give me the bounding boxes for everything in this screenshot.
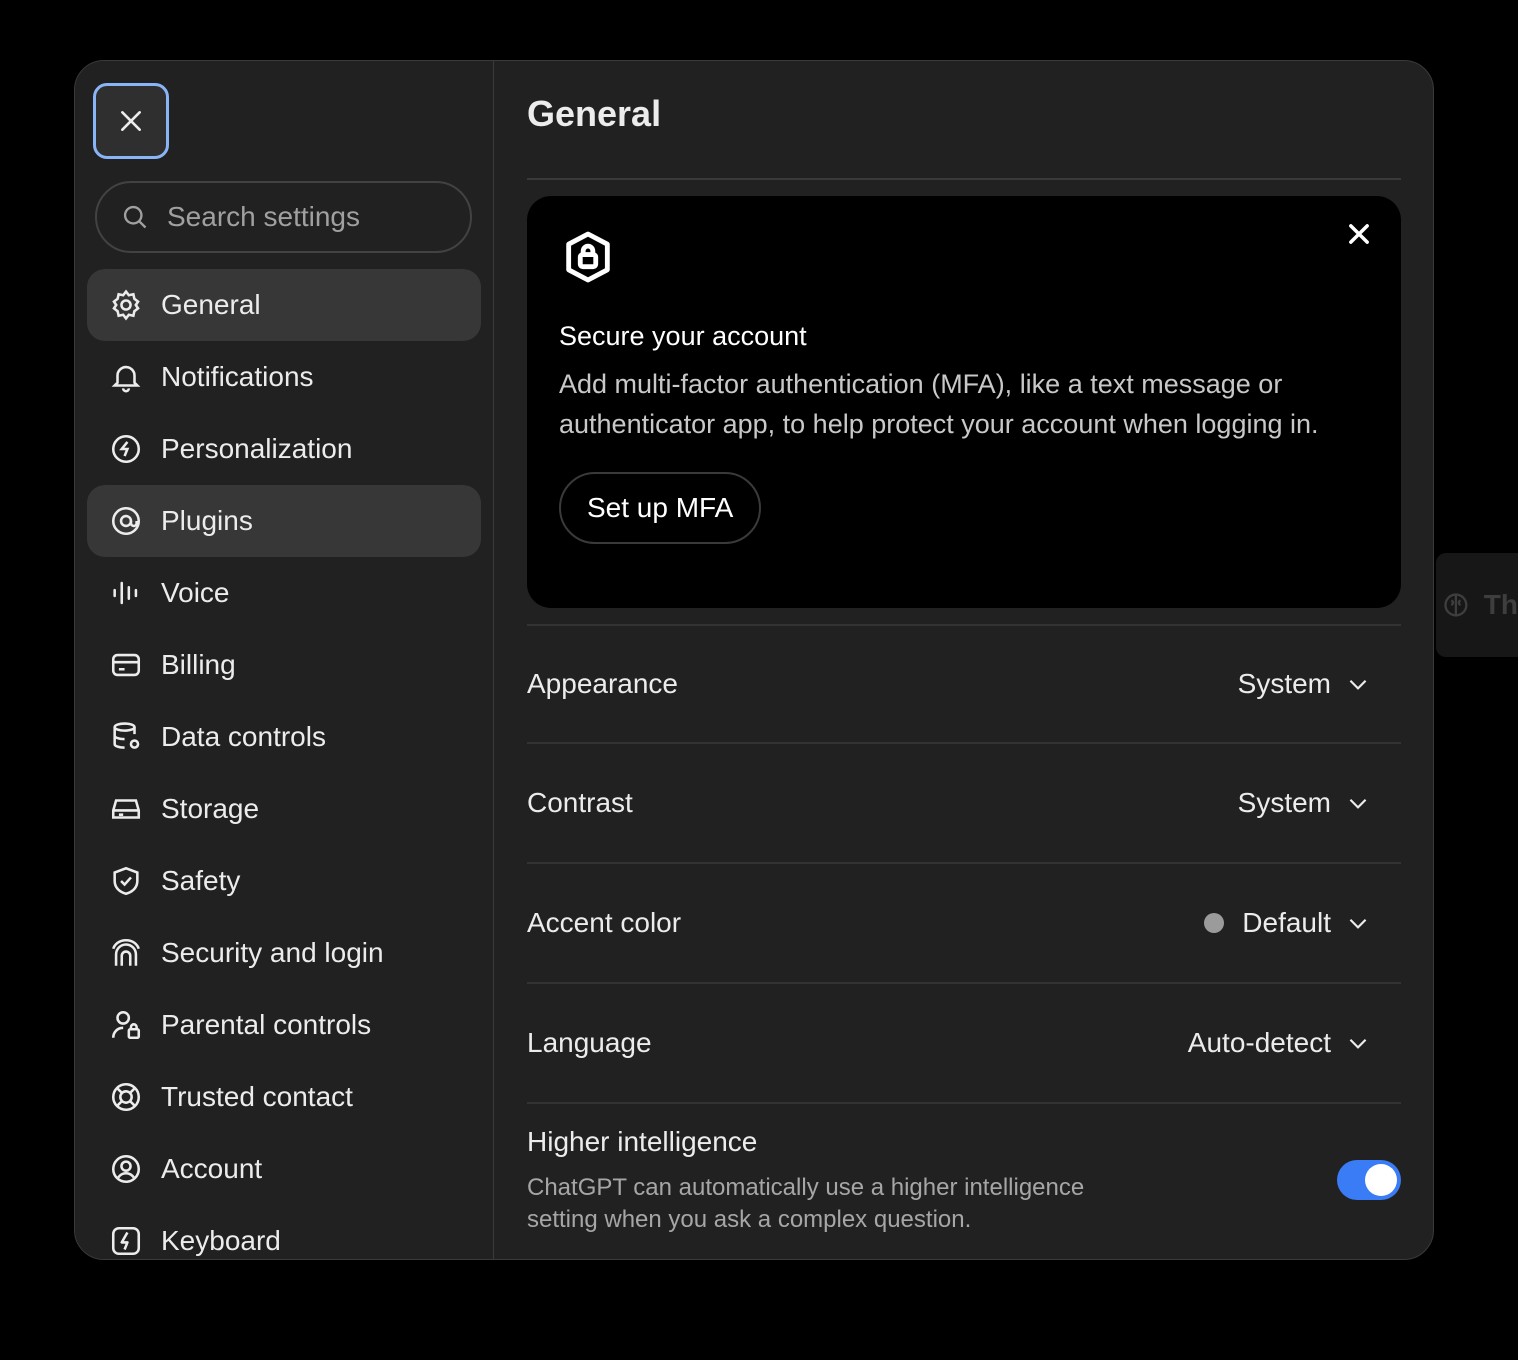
gear-icon xyxy=(107,286,145,324)
close-settings-button[interactable] xyxy=(93,83,169,159)
settings-dialog: General Notifications Personalization Pl… xyxy=(74,60,1434,1260)
sidebar-item-general[interactable]: General xyxy=(87,269,481,341)
chevron-down-icon xyxy=(1349,1038,1367,1049)
user-circle-icon xyxy=(107,1150,145,1188)
setting-row-accent-color: Accent color Default xyxy=(527,864,1401,984)
title-divider xyxy=(527,178,1401,180)
page-title: General xyxy=(527,93,662,134)
dismiss-mfa-banner-icon[interactable] xyxy=(1345,220,1373,248)
keyboard-bolt-icon xyxy=(107,1222,145,1259)
accent-color-swatch xyxy=(1204,913,1225,933)
search-icon xyxy=(123,205,147,229)
toggle-knob xyxy=(1365,1164,1397,1196)
settings-content: General Secure your account Add multi-fa… xyxy=(494,61,1433,1259)
language-dropdown[interactable]: Auto-detect xyxy=(1188,1027,1401,1059)
sidebar-item-safety[interactable]: Safety xyxy=(87,845,481,917)
sidebar-item-trusted-contact[interactable]: Trusted contact xyxy=(87,1061,481,1133)
appearance-dropdown[interactable]: System xyxy=(1238,668,1401,700)
sidebar-item-label: Billing xyxy=(161,649,236,680)
sidebar-item-storage[interactable]: Storage xyxy=(87,773,481,845)
parental-lock-icon xyxy=(107,1006,145,1044)
brain-icon xyxy=(1444,593,1468,617)
dropdown-value: System xyxy=(1237,787,1331,818)
background-window-text: Th xyxy=(1483,589,1518,620)
search-settings-field[interactable] xyxy=(95,181,472,253)
setting-row-language: Language Auto-detect xyxy=(527,984,1401,1104)
mfa-description: Add multi-factor authentication (MFA), l… xyxy=(559,369,1319,439)
sidebar-item-label: Keyboard xyxy=(161,1225,281,1256)
voice-waveform-icon xyxy=(107,574,145,612)
contrast-dropdown[interactable]: System xyxy=(1238,787,1401,819)
chevron-down-icon xyxy=(1349,918,1367,929)
settings-sidebar: General Notifications Personalization Pl… xyxy=(75,61,494,1259)
sidebar-item-label: General xyxy=(161,289,261,320)
security-login-icon xyxy=(107,934,145,972)
sidebar-item-security-and-login[interactable]: Security and login xyxy=(87,917,481,989)
sidebar-item-label: Security and login xyxy=(161,937,384,968)
dropdown-value: System xyxy=(1237,668,1331,699)
sidebar-item-personalization[interactable]: Personalization xyxy=(87,413,481,485)
sidebar-item-keyboard[interactable]: Keyboard xyxy=(87,1205,481,1259)
setting-row-appearance: Appearance System xyxy=(527,624,1401,744)
storage-drive-icon xyxy=(107,790,145,828)
settings-rows: Appearance System Contrast System Accent… xyxy=(527,624,1401,1236)
sidebar-item-account[interactable]: Account xyxy=(87,1133,481,1205)
chevron-down-icon xyxy=(1349,798,1367,809)
plugins-icon xyxy=(107,502,145,540)
background-window-peek: Th xyxy=(1436,553,1518,657)
setting-row-contrast: Contrast System xyxy=(527,744,1401,864)
sidebar-item-label: Safety xyxy=(161,865,241,896)
sidebar-item-label: Account xyxy=(161,1153,263,1184)
sidebar-item-voice[interactable]: Voice xyxy=(87,557,481,629)
sidebar-item-label: Voice xyxy=(161,577,230,608)
shield-lock-icon xyxy=(566,231,610,283)
accent-color-dropdown[interactable]: Default xyxy=(1204,907,1401,939)
setting-label: Language xyxy=(527,1027,652,1058)
dropdown-value: Default xyxy=(1242,907,1331,938)
setting-row-higher-intelligence: Higher intelligence ChatGPT can automati… xyxy=(527,1104,1401,1236)
sidebar-item-label: Trusted contact xyxy=(161,1081,353,1112)
sidebar-item-label: Storage xyxy=(161,793,260,824)
setting-label: Contrast xyxy=(527,787,633,818)
database-gear-icon xyxy=(107,718,145,756)
close-icon xyxy=(121,111,141,131)
setting-description: ChatGPT can automatically use a higher i… xyxy=(527,1174,1085,1233)
sidebar-item-label: Notifications xyxy=(161,361,314,392)
sidebar-item-parental-controls[interactable]: Parental controls xyxy=(87,989,481,1061)
sidebar-item-plugins[interactable]: Plugins xyxy=(87,485,481,557)
higher-intelligence-toggle[interactable] xyxy=(1337,1160,1401,1200)
sidebar-item-data-controls[interactable]: Data controls xyxy=(87,701,481,773)
setting-label: Accent color xyxy=(527,907,682,938)
sidebar-item-notifications[interactable]: Notifications xyxy=(87,341,481,413)
sidebar-item-label: Data controls xyxy=(161,721,326,752)
setting-label: Appearance xyxy=(527,668,679,699)
settings-nav: General Notifications Personalization Pl… xyxy=(87,269,481,1259)
sidebar-item-label: Plugins xyxy=(161,505,253,536)
sidebar-item-label: Parental controls xyxy=(161,1009,372,1040)
mfa-banner: Secure your account Add multi-factor aut… xyxy=(527,196,1401,608)
mfa-title: Secure your account xyxy=(559,321,807,351)
sidebar-item-billing[interactable]: Billing xyxy=(87,629,481,701)
sidebar-item-label: Personalization xyxy=(161,433,353,464)
search-input[interactable] xyxy=(167,201,447,233)
personalization-icon xyxy=(107,430,145,468)
setup-mfa-button[interactable]: Set up MFA xyxy=(559,472,762,544)
lifebuoy-icon xyxy=(107,1078,145,1116)
chevron-down-icon xyxy=(1349,679,1367,690)
credit-card-icon xyxy=(107,646,145,684)
shield-check-icon xyxy=(107,862,145,900)
setting-label: Higher intelligence xyxy=(527,1126,758,1157)
higher-intelligence-text: Higher intelligence ChatGPT can automati… xyxy=(527,1126,1147,1236)
dropdown-value: Auto-detect xyxy=(1187,1027,1331,1058)
bell-icon xyxy=(107,358,145,396)
